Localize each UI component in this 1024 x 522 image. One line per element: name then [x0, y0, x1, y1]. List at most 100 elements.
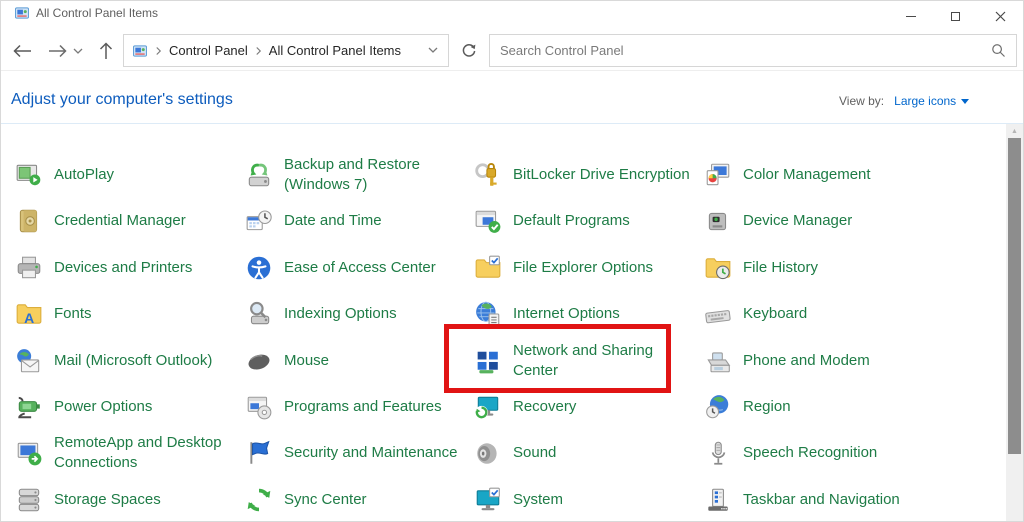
item-label: Color Management — [743, 165, 871, 185]
item-label: Region — [743, 397, 791, 417]
items-grid: AutoPlay Backup and Restore(Windows 7) Bit… — [1, 1, 1023, 521]
item-color-management[interactable]: Color Management — [704, 155, 871, 195]
item-label: Network and SharingCenter — [513, 341, 653, 381]
item-label: System — [513, 490, 563, 510]
scroll-up-arrow-icon[interactable]: ▲ — [1006, 128, 1023, 136]
item-credential-manager[interactable]: Credential Manager — [15, 201, 186, 241]
devices-printers-icon — [15, 254, 43, 282]
item-label: AutoPlay — [54, 165, 114, 185]
item-label: Indexing Options — [284, 304, 397, 324]
color-management-icon — [704, 161, 732, 189]
date-time-icon — [245, 207, 273, 235]
file-explorer-options-icon — [474, 254, 502, 282]
item-label: Backup and Restore(Windows 7) — [284, 155, 420, 195]
item-label: Sound — [513, 443, 556, 463]
remoteapp-icon — [15, 439, 43, 467]
credential-manager-icon — [15, 207, 43, 235]
item-label: Keyboard — [743, 304, 807, 324]
taskbar-navigation-icon — [704, 486, 732, 514]
item-label: Mail (Microsoft Outlook) — [54, 351, 212, 371]
mouse-icon — [245, 347, 273, 375]
item-ease-of-access-center[interactable]: Ease of Access Center — [245, 248, 436, 288]
keyboard-icon — [704, 300, 732, 328]
autoplay-icon — [15, 161, 43, 189]
item-internet-options[interactable]: Internet Options — [474, 294, 620, 334]
system-icon — [474, 486, 502, 514]
item-label: Power Options — [54, 397, 152, 417]
item-file-history[interactable]: File History — [704, 248, 818, 288]
item-label: Ease of Access Center — [284, 258, 436, 278]
item-sound[interactable]: Sound — [474, 433, 556, 473]
item-sync-center[interactable]: Sync Center — [245, 480, 367, 520]
item-label: File Explorer Options — [513, 258, 653, 278]
phone-modem-icon — [704, 347, 732, 375]
device-manager-icon — [704, 207, 732, 235]
item-label: Device Manager — [743, 211, 852, 231]
item-label: Security and Maintenance — [284, 443, 457, 463]
control-panel-window: All Control Panel Items — [0, 0, 1024, 522]
item-label: RemoteApp and DesktopConnections — [54, 433, 222, 473]
item-label: Devices and Printers — [54, 258, 192, 278]
item-autoplay[interactable]: AutoPlay — [15, 155, 114, 195]
item-label: Taskbar and Navigation — [743, 490, 900, 510]
item-storage-spaces[interactable]: Storage Spaces — [15, 480, 161, 520]
item-label: Recovery — [513, 397, 576, 417]
item-default-programs[interactable]: Default Programs — [474, 201, 630, 241]
item-taskbar-and-navigation[interactable]: Taskbar and Navigation — [704, 480, 900, 520]
item-file-explorer-options[interactable]: File Explorer Options — [474, 248, 653, 288]
item-speech-recognition[interactable]: Speech Recognition — [704, 433, 877, 473]
recovery-icon — [474, 393, 502, 421]
item-label: Date and Time — [284, 211, 382, 231]
item-system[interactable]: System — [474, 480, 563, 520]
item-label: Default Programs — [513, 211, 630, 231]
item-label: Mouse — [284, 351, 329, 371]
mail-icon — [15, 347, 43, 375]
item-phone-and-modem[interactable]: Phone and Modem — [704, 341, 870, 381]
internet-options-icon — [474, 300, 502, 328]
power-options-icon — [15, 393, 43, 421]
item-date-and-time[interactable]: Date and Time — [245, 201, 382, 241]
item-label: BitLocker Drive Encryption — [513, 165, 690, 185]
security-maintenance-icon — [245, 439, 273, 467]
item-label: Speech Recognition — [743, 443, 877, 463]
file-history-icon — [704, 254, 732, 282]
item-label: File History — [743, 258, 818, 278]
fonts-icon: A — [15, 300, 43, 328]
backup-restore-icon — [245, 161, 273, 189]
item-label: Credential Manager — [54, 211, 186, 231]
network-sharing-icon — [474, 347, 502, 375]
bitlocker-icon — [474, 161, 502, 189]
item-label: Internet Options — [513, 304, 620, 324]
item-keyboard[interactable]: Keyboard — [704, 294, 807, 334]
item-label: Sync Center — [284, 490, 367, 510]
item-label: Storage Spaces — [54, 490, 161, 510]
item-devices-and-printers[interactable]: Devices and Printers — [15, 248, 192, 288]
default-programs-icon — [474, 207, 502, 235]
sync-center-icon — [245, 486, 273, 514]
speech-recognition-icon — [704, 439, 732, 467]
item-power-options[interactable]: Power Options — [15, 387, 152, 427]
item-label: Phone and Modem — [743, 351, 870, 371]
item-label: Fonts — [54, 304, 92, 324]
item-device-manager[interactable]: Device Manager — [704, 201, 852, 241]
item-programs-and-features[interactable]: Programs and Features — [245, 387, 442, 427]
scrollbar-thumb[interactable] — [1008, 138, 1021, 454]
item-network-and-sharing-center[interactable]: Network and SharingCenter — [474, 341, 653, 381]
item-region[interactable]: Region — [704, 387, 791, 427]
indexing-options-icon — [245, 300, 273, 328]
item-indexing-options[interactable]: Indexing Options — [245, 294, 397, 334]
item-mail-microsoft-outlook[interactable]: Mail (Microsoft Outlook) — [15, 341, 212, 381]
item-security-and-maintenance[interactable]: Security and Maintenance — [245, 433, 457, 473]
sound-icon — [474, 439, 502, 467]
item-recovery[interactable]: Recovery — [474, 387, 576, 427]
item-bitlocker-drive-encryption[interactable]: BitLocker Drive Encryption — [474, 155, 690, 195]
item-remoteapp-and-desktop-connections[interactable]: RemoteApp and DesktopConnections — [15, 433, 222, 473]
item-label: Programs and Features — [284, 397, 442, 417]
storage-spaces-icon — [15, 486, 43, 514]
item-fonts[interactable]: A Fonts — [15, 294, 92, 334]
item-mouse[interactable]: Mouse — [245, 341, 329, 381]
vertical-scrollbar[interactable]: ▲ — [1006, 124, 1023, 521]
programs-features-icon — [245, 393, 273, 421]
item-backup-and-restore-windows-7[interactable]: Backup and Restore(Windows 7) — [245, 155, 420, 195]
ease-of-access-icon — [245, 254, 273, 282]
